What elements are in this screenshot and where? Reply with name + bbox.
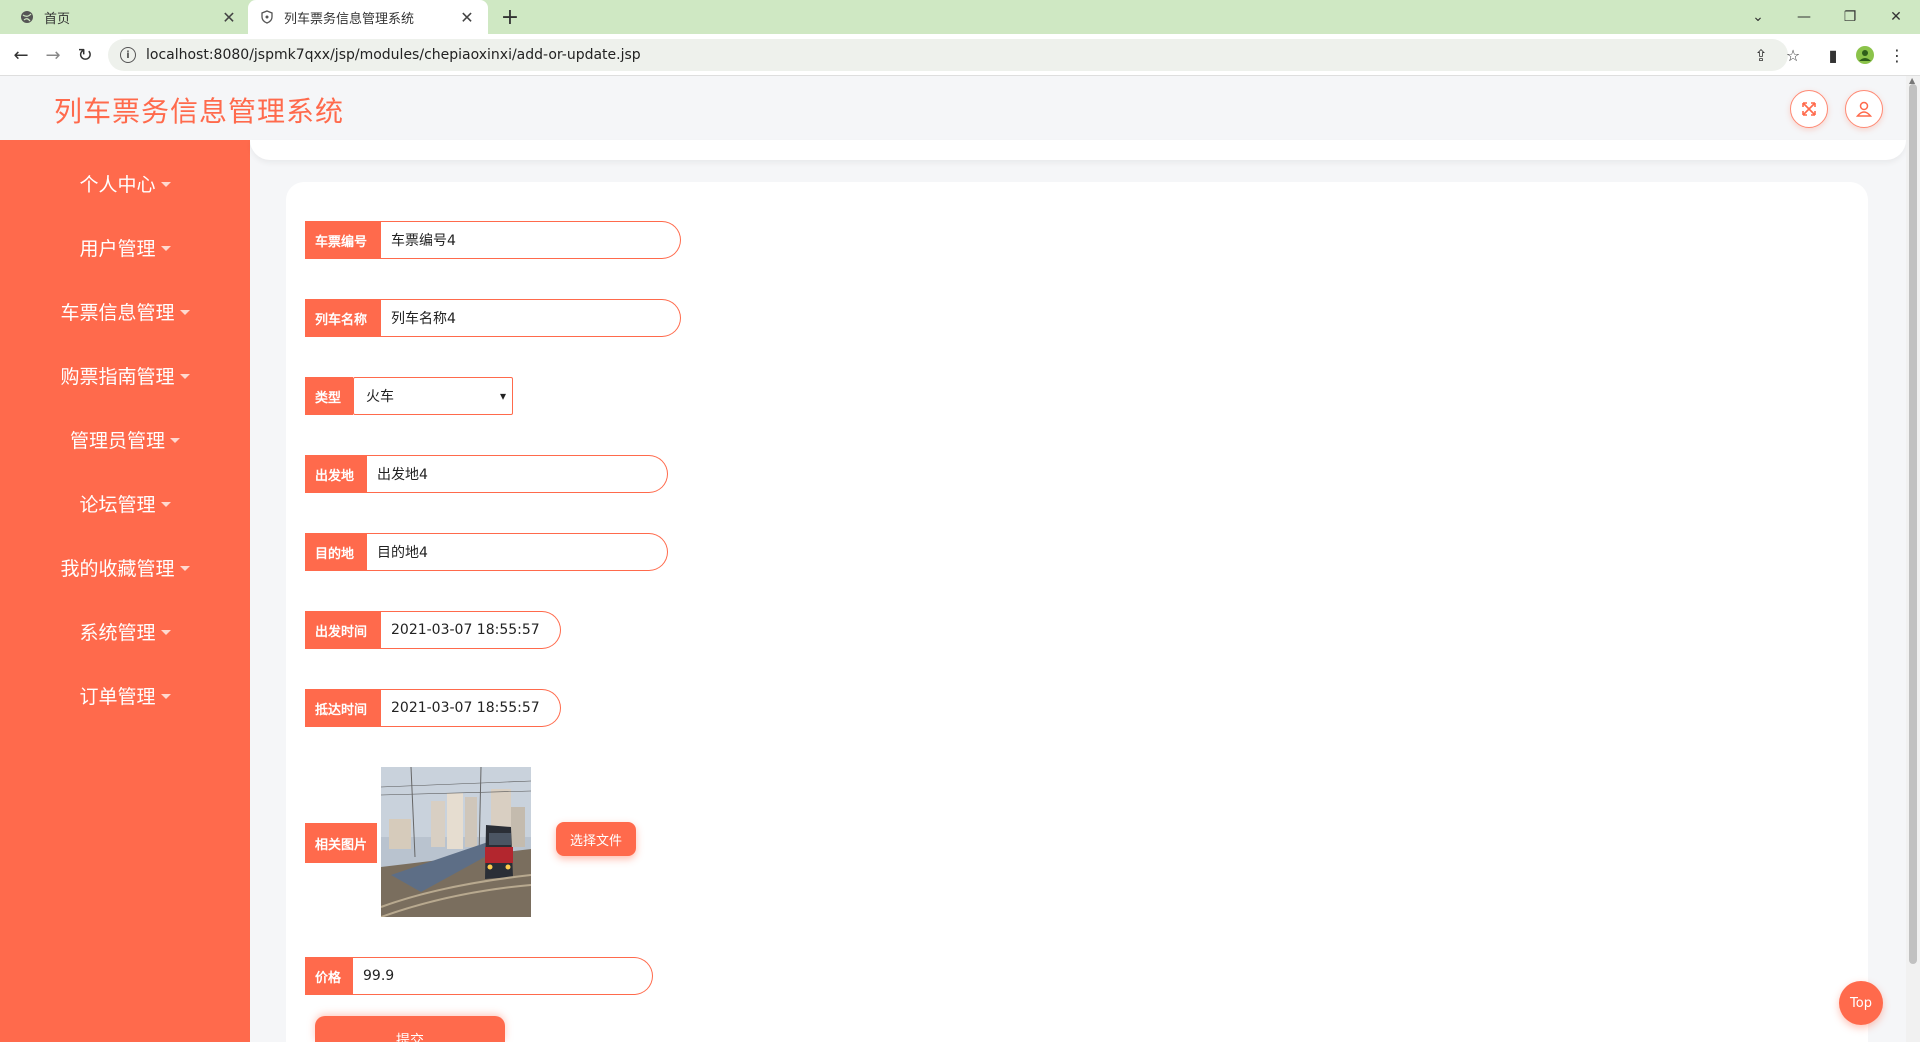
submit-label: 提交: [396, 1033, 424, 1042]
caret-down-icon: [160, 629, 171, 635]
field-label: 价格: [305, 957, 353, 995]
minimize-icon[interactable]: —: [1782, 0, 1826, 34]
browser-tab-home[interactable]: 首页 ✕: [8, 0, 250, 34]
share-icon[interactable]: ⇪: [1748, 42, 1774, 68]
sidebar-item-label: 论坛管理: [79, 493, 156, 516]
fullscreen-button[interactable]: [1790, 90, 1828, 128]
sidebar-item-label: 管理员管理: [69, 429, 165, 452]
bookmark-star-icon[interactable]: ☆: [1780, 42, 1806, 68]
train-name-input[interactable]: 列车名称4: [381, 299, 681, 337]
form-row-ticket-no: 车票编号 车票编号4: [305, 221, 681, 259]
caret-down-icon: [179, 565, 190, 571]
back-icon[interactable]: ←: [8, 42, 34, 68]
form-row-destination: 目的地 目的地4: [305, 533, 668, 571]
choose-file-button[interactable]: 选择文件: [556, 822, 636, 856]
content-top-strip: [250, 140, 1906, 160]
sidebar-item-order-management[interactable]: 订单管理: [0, 663, 250, 727]
app-header: 列车票务信息管理系统: [0, 76, 1906, 140]
field-label: 列车名称: [305, 299, 381, 337]
close-tab-icon[interactable]: ✕: [458, 8, 476, 27]
arrive-time-input[interactable]: 2021-03-07 18:55:57: [381, 689, 561, 727]
destination-input[interactable]: 目的地4: [367, 533, 668, 571]
depart-time-input[interactable]: 2021-03-07 18:55:57: [381, 611, 561, 649]
submit-button[interactable]: 提交: [315, 1016, 505, 1042]
sidebar-item-guide-management[interactable]: 购票指南管理: [0, 343, 250, 407]
sidebar-item-user-management[interactable]: 用户管理: [0, 215, 250, 279]
caret-down-icon: [160, 181, 171, 187]
sidebar-item-label: 个人中心: [79, 173, 156, 196]
sidebar-item-label: 用户管理: [79, 237, 156, 260]
sidebar-item-favorites-management[interactable]: 我的收藏管理: [0, 535, 250, 599]
globe-icon: [20, 10, 34, 24]
ticket-no-input[interactable]: 车票编号4: [381, 221, 681, 259]
sidebar-item-admin-management[interactable]: 管理员管理: [0, 407, 250, 471]
sidebar-item-forum-management[interactable]: 论坛管理: [0, 471, 250, 535]
url-field[interactable]: i localhost:8080/jspmk7qxx/jsp/modules/c…: [108, 39, 1788, 71]
scroll-thumb[interactable]: [1909, 84, 1917, 964]
form-row-type: 类型 火车 ▾: [305, 377, 513, 415]
field-label: 出发时间: [305, 611, 381, 649]
field-label: 相关图片: [305, 823, 378, 863]
sidebar-item-ticket-management[interactable]: 车票信息管理: [0, 279, 250, 343]
sidebar-item-label: 车票信息管理: [60, 301, 175, 324]
profile-avatar-icon[interactable]: [1852, 42, 1878, 68]
forward-icon[interactable]: →: [40, 42, 66, 68]
close-tab-icon[interactable]: ✕: [220, 8, 238, 27]
back-to-top-button[interactable]: Top: [1839, 981, 1883, 1025]
caret-down-icon: [160, 245, 171, 251]
tab-search-icon[interactable]: ⌄: [1736, 0, 1780, 34]
page-scrollbar[interactable]: ▲: [1906, 76, 1920, 1042]
sidebar-item-label: 我的收藏管理: [60, 557, 175, 580]
app-title: 列车票务信息管理系统: [54, 95, 345, 128]
caret-down-icon: [179, 309, 190, 315]
tab-label: 列车票务信息管理系统: [284, 11, 415, 27]
field-label: 类型: [305, 377, 353, 415]
sidebar-item-label: 订单管理: [79, 685, 156, 708]
tab-label: 首页: [44, 11, 71, 27]
chevron-down-icon: ▾: [499, 389, 506, 403]
sidebar-item-label: 购票指南管理: [60, 365, 175, 388]
form-row-depart-time: 出发时间 2021-03-07 18:55:57: [305, 611, 561, 649]
reload-icon[interactable]: ↻: [72, 42, 98, 68]
sidebar-item-label: 系统管理: [79, 621, 156, 644]
form-row-train-name: 列车名称 列车名称4: [305, 299, 681, 337]
menu-kebab-icon[interactable]: ⋮: [1884, 42, 1910, 68]
browser-tab-current[interactable]: 列车票务信息管理系统 ✕: [248, 0, 488, 34]
type-select[interactable]: 火车 ▾: [353, 377, 513, 415]
field-label: 出发地: [305, 455, 367, 493]
type-select-value: 火车: [366, 389, 394, 405]
browser-tab-bar: 首页 ✕ 列车票务信息管理系统 ✕ + ⌄ — ❐ ✕: [0, 0, 1920, 34]
info-icon[interactable]: i: [120, 47, 136, 63]
caret-down-icon: [170, 437, 180, 443]
sidebar-item-personal-center[interactable]: 个人中心: [0, 151, 250, 215]
caret-down-icon: [160, 693, 171, 699]
side-panel-icon[interactable]: ▮: [1820, 42, 1846, 68]
new-tab-icon[interactable]: +: [496, 3, 524, 31]
expand-icon: [1802, 102, 1816, 116]
restore-icon[interactable]: ❐: [1828, 0, 1872, 34]
field-label: 车票编号: [305, 221, 381, 259]
close-window-icon[interactable]: ✕: [1874, 0, 1918, 34]
price-input[interactable]: 99.9: [353, 957, 653, 995]
field-label: 目的地: [305, 533, 367, 571]
sidebar-item-system-management[interactable]: 系统管理: [0, 599, 250, 663]
address-bar: ← → ↻ i localhost:8080/jspmk7qxx/jsp/mod…: [0, 34, 1920, 76]
sidebar: 个人中心 用户管理 车票信息管理 购票指南管理 管理员管理 论坛管理 我的收藏管…: [0, 140, 250, 1042]
user-icon: [1855, 101, 1873, 117]
train-photo: [381, 767, 531, 917]
url-text: localhost:8080/jspmk7qxx/jsp/modules/che…: [146, 47, 641, 63]
caret-down-icon: [179, 373, 190, 379]
field-label: 抵达时间: [305, 689, 381, 727]
shield-icon: [260, 10, 274, 24]
form-row-price: 价格 99.9: [305, 957, 653, 995]
caret-down-icon: [160, 501, 171, 507]
form-row-arrive-time: 抵达时间 2021-03-07 18:55:57: [305, 689, 561, 727]
origin-input[interactable]: 出发地4: [367, 455, 668, 493]
form-row-origin: 出发地 出发地4: [305, 455, 668, 493]
user-button[interactable]: [1845, 90, 1883, 128]
